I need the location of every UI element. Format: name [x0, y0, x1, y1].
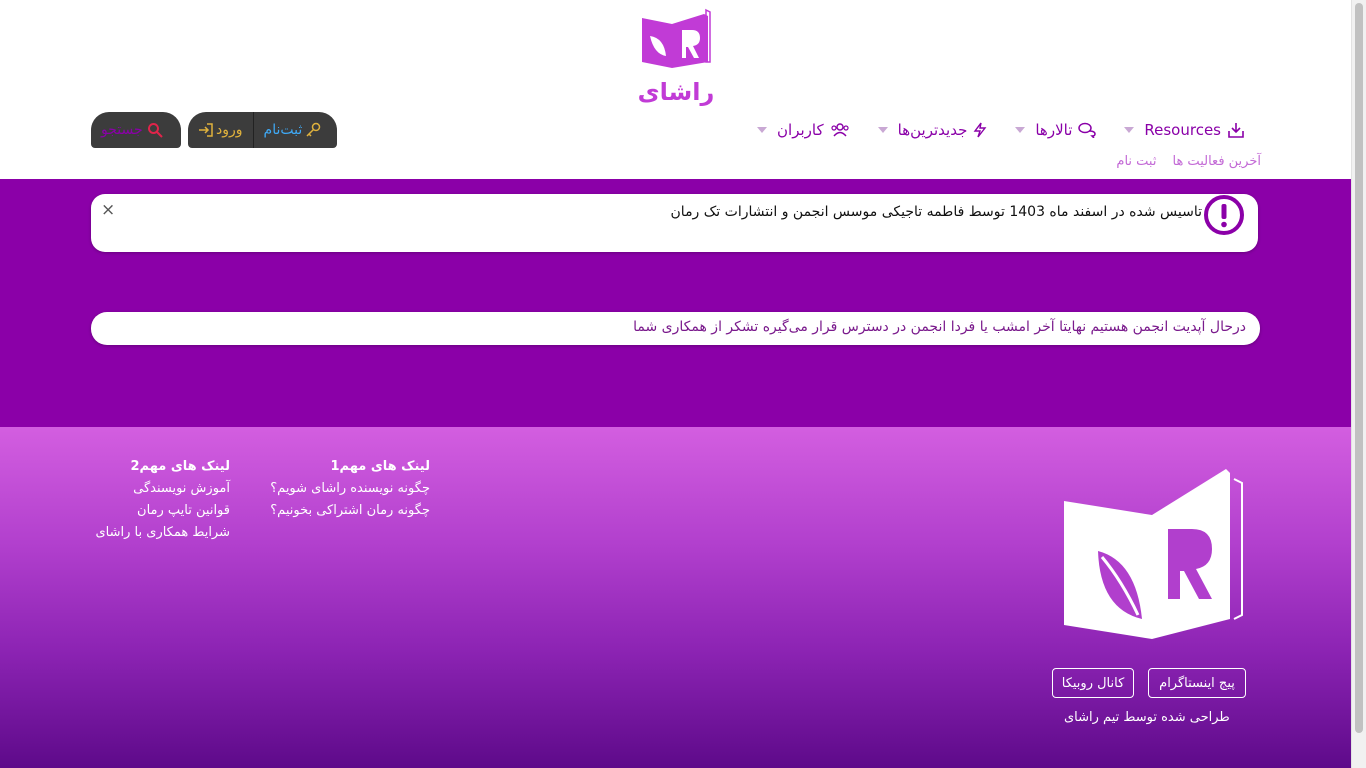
exclamation-circle-icon [1204, 195, 1244, 235]
update-announcement: درحال آپدیت انجمن هستیم نهایتا آخر امشب … [91, 312, 1260, 345]
register-button[interactable]: ثبت‌نام [254, 112, 332, 148]
page: راشای Resources تالارها [0, 0, 1351, 768]
nav-resources[interactable]: Resources [1124, 116, 1245, 144]
site-logo[interactable]: راشای [636, 6, 716, 106]
footer-link[interactable]: آموزش نویسندگی [96, 481, 230, 496]
footer-link[interactable]: چگونه نویسنده راشای شویم؟ [270, 481, 430, 496]
chevron-down-icon[interactable] [1124, 127, 1135, 133]
nav-users-label: کاربران [777, 121, 824, 139]
login-button[interactable]: ورود [188, 112, 253, 148]
site-footer: لینک های مهم1 چگونه نویسنده راشای شویم؟ … [0, 427, 1351, 768]
svg-text:راشای: راشای [638, 78, 715, 106]
notice-text: تاسیس شده در اسفند ماه 1403 توسط فاطمه ت… [670, 204, 1202, 220]
site-header: راشای Resources تالارها [0, 0, 1351, 179]
chevron-down-icon[interactable] [757, 127, 768, 133]
search-icon [147, 123, 163, 138]
login-label: ورود [216, 122, 243, 138]
footer-links-2: لینک های مهم2 آموزش نویسندگی قوانین تایپ… [96, 459, 231, 547]
key-icon [306, 122, 321, 137]
footer-credit: طراحی شده توسط تیم راشای [1064, 710, 1230, 725]
search-button[interactable]: جستجو [91, 112, 181, 148]
update-text: درحال آپدیت انجمن هستیم نهایتا آخر امشب … [633, 319, 1246, 335]
close-icon[interactable]: × [101, 200, 115, 220]
scrollbar[interactable] [1351, 0, 1366, 768]
nav-users[interactable]: کاربران [757, 116, 850, 144]
chevron-down-icon[interactable] [877, 127, 888, 133]
instagram-button[interactable]: پیج اینستاگرام [1148, 668, 1246, 698]
nav-forums[interactable]: تالارها [1015, 116, 1097, 144]
sign-in-icon [199, 123, 213, 137]
footer-logo [1064, 469, 1243, 639]
download-box-icon [1228, 123, 1244, 138]
instagram-label: پیج اینستاگرام [1159, 675, 1235, 691]
chevron-down-icon[interactable] [1015, 127, 1026, 133]
scrollbar-thumb[interactable] [1355, 3, 1363, 733]
register-label: ثبت‌نام [263, 122, 303, 138]
footer-link[interactable]: شرایط همکاری با راشای [96, 525, 231, 540]
nav-newest[interactable]: جدیدترین‌ها [877, 116, 988, 144]
footer-heading-1: لینک های مهم1 [330, 459, 430, 474]
bolt-icon [973, 122, 987, 138]
main-nav: Resources تالارها جدیدترین‌ها [729, 116, 1245, 144]
footer-heading-2: لینک های مهم2 [130, 459, 230, 474]
search-button-inner[interactable]: جستجو [91, 112, 173, 148]
subnav-latest-activity[interactable]: آخرین فعالیت ها [1172, 154, 1261, 169]
nav-forums-label: تالارها [1035, 121, 1073, 139]
auth-button-group: ورود ثبت‌نام [188, 112, 337, 148]
nav-resources-label: Resources [1144, 121, 1221, 139]
rubika-button[interactable]: کانال روبیکا [1052, 668, 1134, 698]
footer-links-1: لینک های مهم1 چگونه نویسنده راشای شویم؟ … [270, 459, 430, 525]
footer-link[interactable]: قوانین تایپ رمان [96, 503, 230, 518]
footer-link[interactable]: چگونه رمان اشتراکی بخونیم؟ [270, 503, 430, 518]
users-icon [831, 123, 849, 137]
notice-banner: تاسیس شده در اسفند ماه 1403 توسط فاطمه ت… [91, 194, 1258, 252]
nav-newest-label: جدیدترین‌ها [897, 121, 968, 139]
rubika-label: کانال روبیکا [1061, 675, 1125, 691]
search-label: جستجو [101, 122, 143, 138]
subnav-register[interactable]: ثبت نام [1116, 154, 1156, 169]
comments-icon [1078, 122, 1097, 138]
sub-nav: آخرین فعالیت ها ثبت نام [1100, 154, 1261, 169]
